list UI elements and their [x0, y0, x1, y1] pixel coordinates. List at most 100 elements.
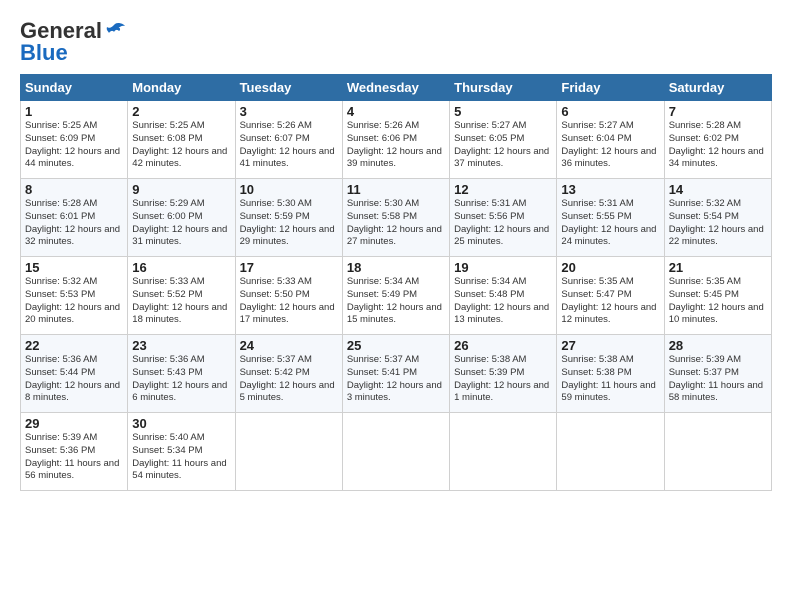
day-cell: 15 Sunrise: 5:32 AM Sunset: 5:53 PM Dayl… [21, 257, 128, 335]
day-cell: 19 Sunrise: 5:34 AM Sunset: 5:48 PM Dayl… [450, 257, 557, 335]
day-info: Sunrise: 5:28 AM Sunset: 6:01 PM Dayligh… [25, 198, 123, 249]
day-number: 18 [347, 260, 445, 275]
week-row-4: 22 Sunrise: 5:36 AM Sunset: 5:44 PM Dayl… [21, 335, 772, 413]
day-info: Sunrise: 5:35 AM Sunset: 5:45 PM Dayligh… [669, 276, 767, 327]
day-cell: 4 Sunrise: 5:26 AM Sunset: 6:06 PM Dayli… [342, 101, 449, 179]
day-cell: 2 Sunrise: 5:25 AM Sunset: 6:08 PM Dayli… [128, 101, 235, 179]
day-info: Sunrise: 5:26 AM Sunset: 6:07 PM Dayligh… [240, 120, 338, 171]
day-cell: 27 Sunrise: 5:38 AM Sunset: 5:38 PM Dayl… [557, 335, 664, 413]
day-number: 8 [25, 182, 123, 197]
day-info: Sunrise: 5:31 AM Sunset: 5:56 PM Dayligh… [454, 198, 552, 249]
week-row-3: 15 Sunrise: 5:32 AM Sunset: 5:53 PM Dayl… [21, 257, 772, 335]
header-wednesday: Wednesday [342, 75, 449, 101]
day-cell [450, 413, 557, 491]
calendar-table: SundayMondayTuesdayWednesdayThursdayFrid… [20, 74, 772, 491]
day-info: Sunrise: 5:28 AM Sunset: 6:02 PM Dayligh… [669, 120, 767, 171]
week-row-5: 29 Sunrise: 5:39 AM Sunset: 5:36 PM Dayl… [21, 413, 772, 491]
day-info: Sunrise: 5:33 AM Sunset: 5:50 PM Dayligh… [240, 276, 338, 327]
day-number: 5 [454, 104, 552, 119]
day-info: Sunrise: 5:34 AM Sunset: 5:48 PM Dayligh… [454, 276, 552, 327]
day-number: 14 [669, 182, 767, 197]
logo-blue: Blue [20, 40, 68, 66]
day-info: Sunrise: 5:34 AM Sunset: 5:49 PM Dayligh… [347, 276, 445, 327]
day-cell: 17 Sunrise: 5:33 AM Sunset: 5:50 PM Dayl… [235, 257, 342, 335]
logo: General Blue [20, 18, 126, 66]
day-number: 27 [561, 338, 659, 353]
day-number: 1 [25, 104, 123, 119]
day-number: 12 [454, 182, 552, 197]
header-monday: Monday [128, 75, 235, 101]
day-cell [235, 413, 342, 491]
day-info: Sunrise: 5:30 AM Sunset: 5:58 PM Dayligh… [347, 198, 445, 249]
day-number: 15 [25, 260, 123, 275]
day-cell: 14 Sunrise: 5:32 AM Sunset: 5:54 PM Dayl… [664, 179, 771, 257]
day-cell: 9 Sunrise: 5:29 AM Sunset: 6:00 PM Dayli… [128, 179, 235, 257]
day-info: Sunrise: 5:25 AM Sunset: 6:08 PM Dayligh… [132, 120, 230, 171]
header-sunday: Sunday [21, 75, 128, 101]
day-number: 20 [561, 260, 659, 275]
day-number: 16 [132, 260, 230, 275]
header-tuesday: Tuesday [235, 75, 342, 101]
day-cell: 29 Sunrise: 5:39 AM Sunset: 5:36 PM Dayl… [21, 413, 128, 491]
day-cell: 18 Sunrise: 5:34 AM Sunset: 5:49 PM Dayl… [342, 257, 449, 335]
day-info: Sunrise: 5:32 AM Sunset: 5:54 PM Dayligh… [669, 198, 767, 249]
day-cell: 8 Sunrise: 5:28 AM Sunset: 6:01 PM Dayli… [21, 179, 128, 257]
day-number: 19 [454, 260, 552, 275]
day-info: Sunrise: 5:29 AM Sunset: 6:00 PM Dayligh… [132, 198, 230, 249]
day-number: 25 [347, 338, 445, 353]
day-number: 21 [669, 260, 767, 275]
day-number: 30 [132, 416, 230, 431]
day-info: Sunrise: 5:40 AM Sunset: 5:34 PM Dayligh… [132, 432, 230, 483]
day-info: Sunrise: 5:35 AM Sunset: 5:47 PM Dayligh… [561, 276, 659, 327]
day-cell: 3 Sunrise: 5:26 AM Sunset: 6:07 PM Dayli… [235, 101, 342, 179]
day-number: 10 [240, 182, 338, 197]
day-cell: 24 Sunrise: 5:37 AM Sunset: 5:42 PM Dayl… [235, 335, 342, 413]
day-cell: 7 Sunrise: 5:28 AM Sunset: 6:02 PM Dayli… [664, 101, 771, 179]
day-info: Sunrise: 5:33 AM Sunset: 5:52 PM Dayligh… [132, 276, 230, 327]
day-number: 24 [240, 338, 338, 353]
day-number: 9 [132, 182, 230, 197]
day-info: Sunrise: 5:36 AM Sunset: 5:43 PM Dayligh… [132, 354, 230, 405]
day-info: Sunrise: 5:30 AM Sunset: 5:59 PM Dayligh… [240, 198, 338, 249]
day-cell: 21 Sunrise: 5:35 AM Sunset: 5:45 PM Dayl… [664, 257, 771, 335]
day-info: Sunrise: 5:39 AM Sunset: 5:37 PM Dayligh… [669, 354, 767, 405]
day-cell: 30 Sunrise: 5:40 AM Sunset: 5:34 PM Dayl… [128, 413, 235, 491]
day-number: 28 [669, 338, 767, 353]
day-cell: 10 Sunrise: 5:30 AM Sunset: 5:59 PM Dayl… [235, 179, 342, 257]
day-number: 17 [240, 260, 338, 275]
day-cell: 12 Sunrise: 5:31 AM Sunset: 5:56 PM Dayl… [450, 179, 557, 257]
day-number: 29 [25, 416, 123, 431]
day-info: Sunrise: 5:39 AM Sunset: 5:36 PM Dayligh… [25, 432, 123, 483]
day-cell: 5 Sunrise: 5:27 AM Sunset: 6:05 PM Dayli… [450, 101, 557, 179]
day-cell [342, 413, 449, 491]
day-cell: 1 Sunrise: 5:25 AM Sunset: 6:09 PM Dayli… [21, 101, 128, 179]
day-cell: 28 Sunrise: 5:39 AM Sunset: 5:37 PM Dayl… [664, 335, 771, 413]
day-cell: 16 Sunrise: 5:33 AM Sunset: 5:52 PM Dayl… [128, 257, 235, 335]
day-cell: 11 Sunrise: 5:30 AM Sunset: 5:58 PM Dayl… [342, 179, 449, 257]
day-cell: 13 Sunrise: 5:31 AM Sunset: 5:55 PM Dayl… [557, 179, 664, 257]
day-cell [664, 413, 771, 491]
day-number: 23 [132, 338, 230, 353]
day-number: 26 [454, 338, 552, 353]
day-info: Sunrise: 5:38 AM Sunset: 5:38 PM Dayligh… [561, 354, 659, 405]
day-number: 11 [347, 182, 445, 197]
day-info: Sunrise: 5:32 AM Sunset: 5:53 PM Dayligh… [25, 276, 123, 327]
header-thursday: Thursday [450, 75, 557, 101]
day-info: Sunrise: 5:37 AM Sunset: 5:42 PM Dayligh… [240, 354, 338, 405]
day-info: Sunrise: 5:27 AM Sunset: 6:04 PM Dayligh… [561, 120, 659, 171]
day-info: Sunrise: 5:31 AM Sunset: 5:55 PM Dayligh… [561, 198, 659, 249]
calendar-header: SundayMondayTuesdayWednesdayThursdayFrid… [21, 75, 772, 101]
day-cell: 26 Sunrise: 5:38 AM Sunset: 5:39 PM Dayl… [450, 335, 557, 413]
day-cell: 6 Sunrise: 5:27 AM Sunset: 6:04 PM Dayli… [557, 101, 664, 179]
day-number: 4 [347, 104, 445, 119]
day-cell: 25 Sunrise: 5:37 AM Sunset: 5:41 PM Dayl… [342, 335, 449, 413]
day-number: 6 [561, 104, 659, 119]
day-cell [557, 413, 664, 491]
week-row-1: 1 Sunrise: 5:25 AM Sunset: 6:09 PM Dayli… [21, 101, 772, 179]
day-info: Sunrise: 5:36 AM Sunset: 5:44 PM Dayligh… [25, 354, 123, 405]
day-info: Sunrise: 5:27 AM Sunset: 6:05 PM Dayligh… [454, 120, 552, 171]
logo-bird-icon [104, 22, 126, 40]
day-info: Sunrise: 5:26 AM Sunset: 6:06 PM Dayligh… [347, 120, 445, 171]
day-info: Sunrise: 5:25 AM Sunset: 6:09 PM Dayligh… [25, 120, 123, 171]
week-row-2: 8 Sunrise: 5:28 AM Sunset: 6:01 PM Dayli… [21, 179, 772, 257]
